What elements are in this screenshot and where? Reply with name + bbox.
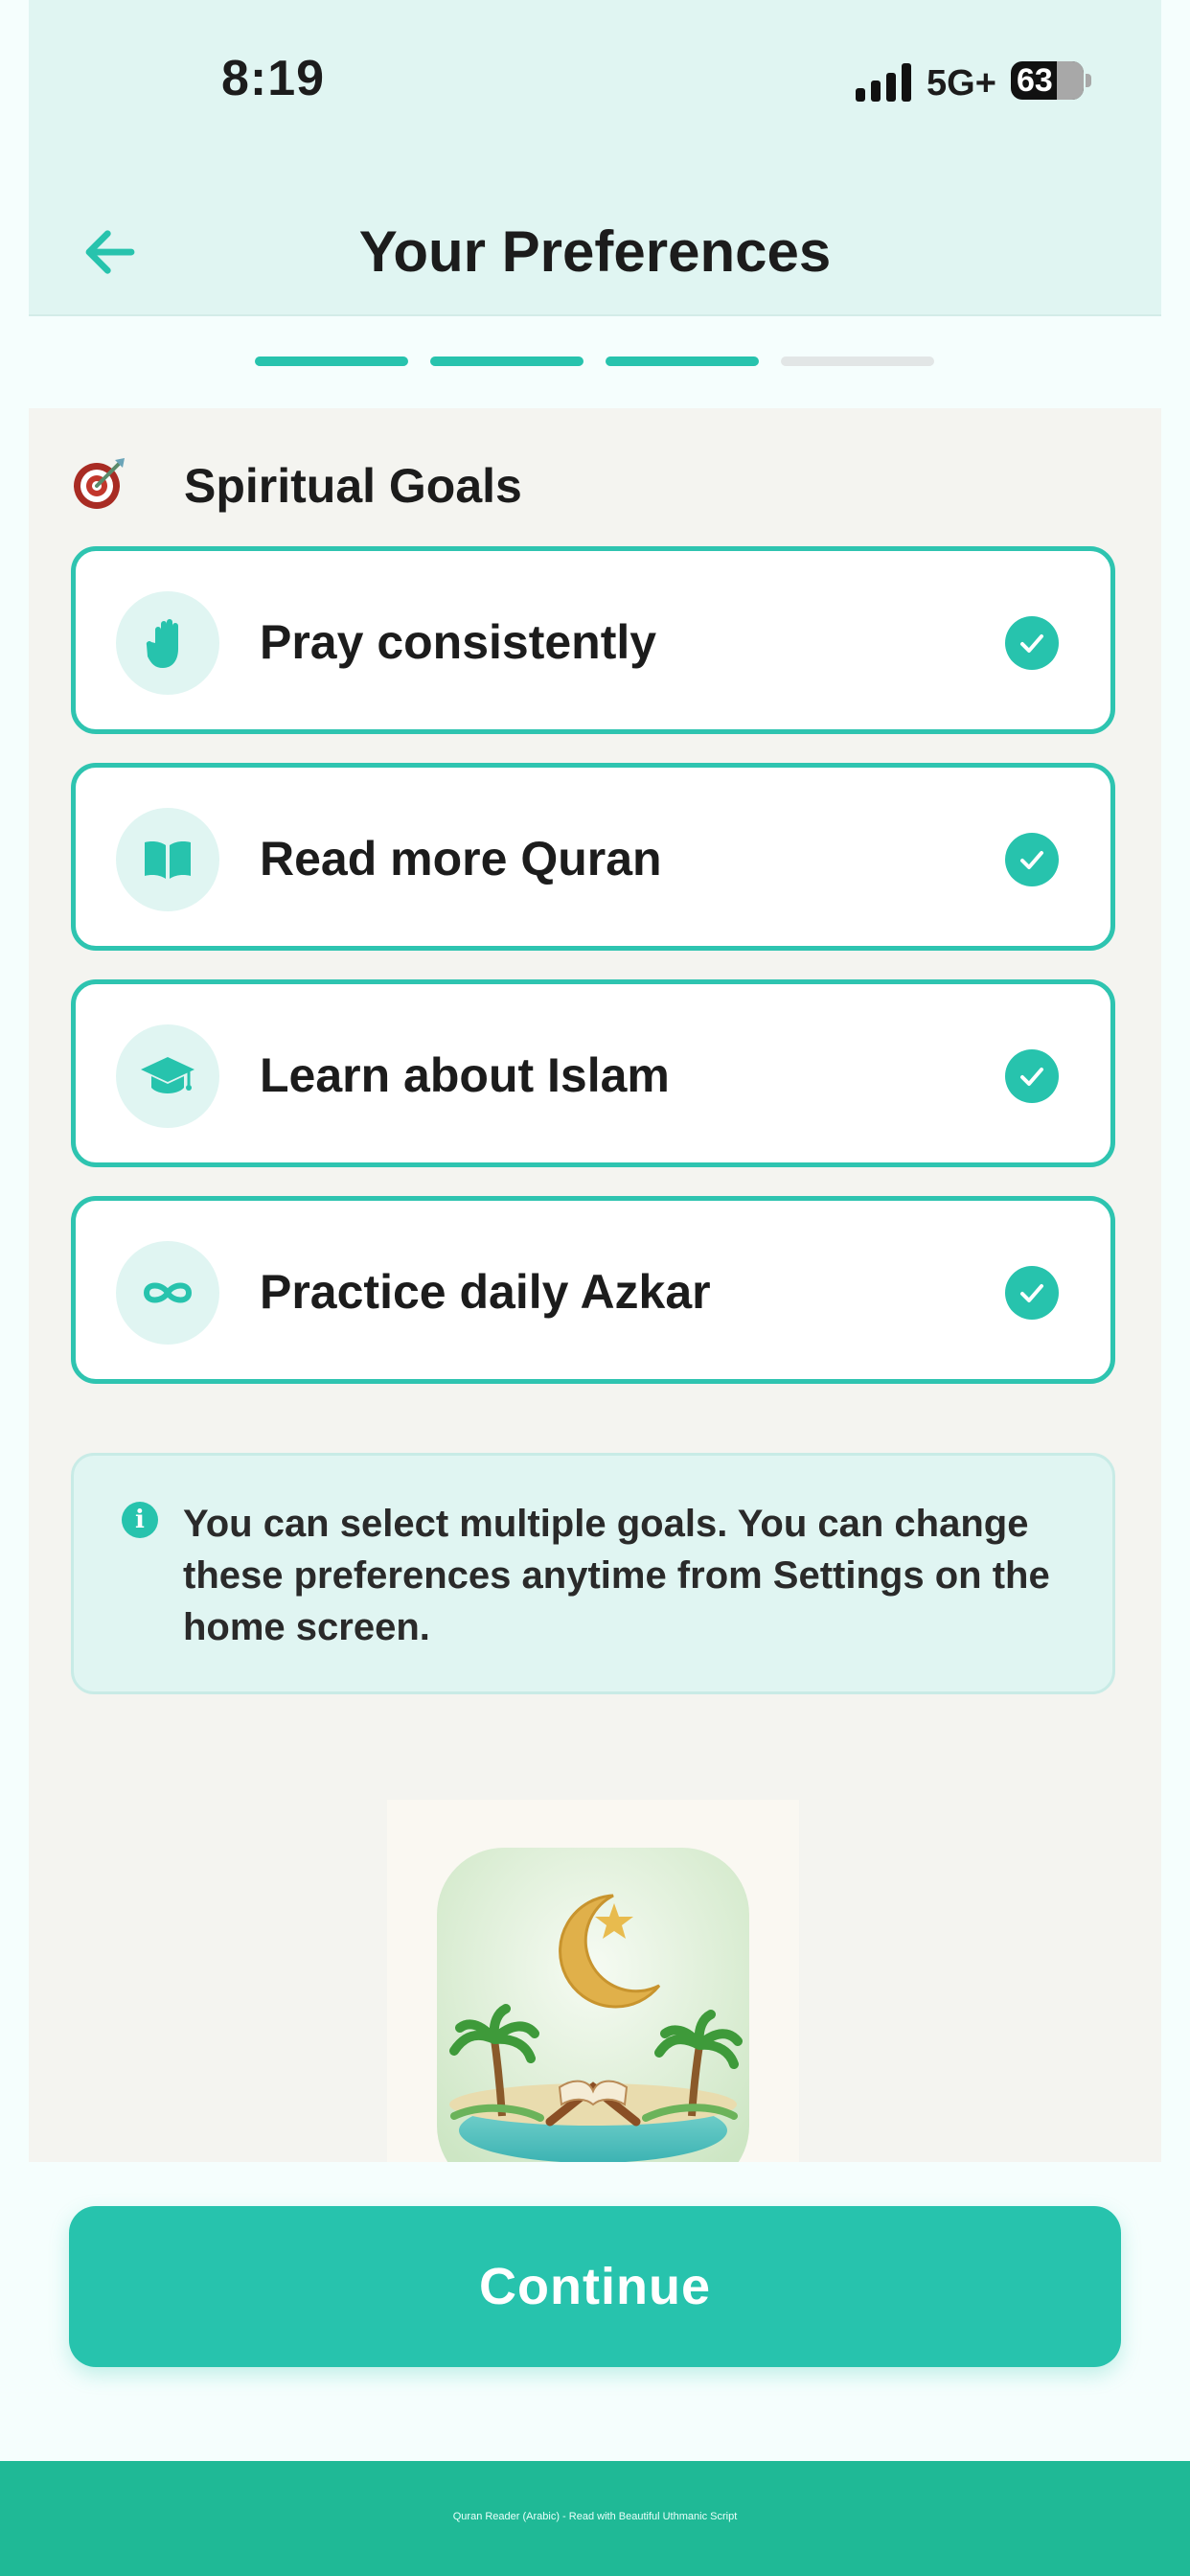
section-title: Spiritual Goals: [184, 459, 522, 513]
check-icon: [1005, 1049, 1059, 1103]
goal-label: Pray consistently: [260, 615, 657, 669]
battery-level: 63: [1017, 62, 1053, 99]
goal-icon-bg: [116, 591, 219, 695]
status-time: 8:19: [220, 51, 326, 106]
content-area: Spiritual Goals Pray consistently Read m…: [29, 408, 1161, 2162]
goal-label: Learn about Islam: [260, 1048, 670, 1102]
progress-step-1: [255, 356, 408, 366]
graduation-cap-icon: [141, 1057, 195, 1093]
info-icon: i: [122, 1502, 158, 1538]
infinity-icon: [143, 1282, 193, 1303]
goal-option-read-quran[interactable]: Read more Quran: [71, 763, 1115, 951]
progress-step-3: [606, 356, 759, 366]
target-icon: [74, 458, 125, 509]
goal-option-learn-islam[interactable]: Learn about Islam: [71, 979, 1115, 1167]
network-label: 5G+: [927, 63, 996, 104]
goal-option-azkar[interactable]: Practice daily Azkar: [71, 1196, 1115, 1384]
book-icon: [145, 841, 191, 879]
footer-text: Quran Reader (Arabic) - Read with Beauti…: [452, 2511, 738, 2522]
progress-step-4: [781, 356, 934, 366]
check-icon: [1005, 616, 1059, 670]
goal-label: Read more Quran: [260, 832, 662, 886]
crescent-quran-oasis-icon: [437, 1848, 749, 2162]
progress-step-2: [430, 356, 584, 366]
continue-button[interactable]: Continue: [69, 2206, 1121, 2367]
goal-icon-bg: [116, 1241, 219, 1345]
check-icon: [1005, 833, 1059, 886]
info-box: i You can select multiple goals. You can…: [71, 1453, 1115, 1694]
page-title: Your Preferences: [358, 219, 832, 284]
info-text: You can select multiple goals. You can c…: [183, 1503, 1050, 1648]
footer-bar: Quran Reader (Arabic) - Read with Beauti…: [0, 2461, 1190, 2576]
goal-option-pray[interactable]: Pray consistently: [71, 546, 1115, 734]
hand-icon: [146, 619, 178, 668]
signal-icon: [856, 63, 913, 102]
goal-icon-bg: [116, 808, 219, 911]
goal-label: Practice daily Azkar: [260, 1265, 711, 1319]
goal-icon-bg: [116, 1024, 219, 1128]
app-illustration: [387, 1800, 799, 2162]
check-icon: [1005, 1266, 1059, 1320]
battery-icon: 63: [1011, 61, 1084, 100]
